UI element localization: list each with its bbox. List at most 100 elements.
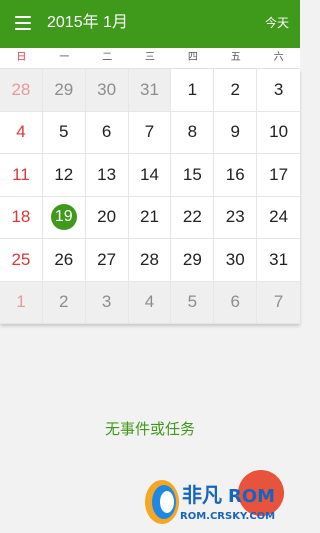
svg-text:ROM.CRSKY.COM: ROM.CRSKY.COM (180, 511, 275, 522)
day-number: 13 (97, 164, 117, 184)
day-cell[interactable]: 29 (42, 69, 86, 112)
weekday-label: 日 (16, 52, 27, 63)
svg-text:ROM: ROM (228, 486, 275, 507)
day-cell[interactable]: 30 (214, 239, 258, 282)
day-cell[interactable]: 29 (171, 239, 215, 282)
day-cell[interactable]: 9 (214, 111, 258, 154)
day-cell[interactable]: 16 (214, 154, 258, 197)
day-cell[interactable]: 1 (0, 281, 43, 324)
day-number: 9 (230, 122, 240, 142)
day-number: 6 (230, 292, 240, 312)
weekday-label: 二 (102, 52, 113, 63)
day-cell[interactable]: 2 (214, 69, 258, 112)
day-number: 2 (59, 292, 69, 312)
day-cell[interactable]: 4 (128, 281, 172, 324)
day-cell[interactable]: 12 (42, 154, 86, 197)
month-grid: 28 29 30 31 1 2 3 4 5 6 7 8 9 10 11 12 13 14 15 16 17 18 19 20 2… (0, 69, 300, 324)
weekday-label: 六 (273, 52, 284, 63)
weekday-label: 五 (230, 52, 241, 63)
day-number: 30 (225, 249, 245, 269)
day-number: 5 (187, 292, 198, 312)
day-number: 14 (140, 164, 159, 184)
day-cell[interactable]: 7 (128, 111, 172, 154)
day-number: 27 (97, 249, 117, 269)
weekday-label: 三 (145, 52, 155, 63)
day-number: 26 (54, 249, 74, 269)
weekday-label: 四 (187, 52, 198, 63)
day-number: 25 (11, 249, 31, 269)
day-cell[interactable]: 28 (128, 239, 172, 282)
day-cell[interactable]: 21 (128, 196, 172, 239)
day-number: 4 (144, 292, 155, 312)
month-title[interactable]: 2015年 1月 (47, 13, 128, 33)
day-cell[interactable]: 11 (0, 154, 43, 197)
day-cell[interactable]: 27 (85, 239, 129, 282)
day-number: 11 (12, 164, 30, 184)
day-number: 7 (144, 122, 155, 142)
day-number: 21 (140, 207, 159, 227)
menu-icon[interactable] (15, 16, 31, 30)
day-cell[interactable]: 5 (42, 111, 86, 154)
day-number: 8 (187, 122, 198, 142)
day-number: 29 (54, 79, 74, 99)
day-number: 7 (273, 292, 284, 312)
day-number: 3 (273, 79, 284, 99)
day-cell[interactable]: 3 (257, 69, 300, 112)
day-number: 10 (269, 122, 289, 142)
day-cell[interactable]: 7 (257, 281, 300, 324)
day-number: 12 (54, 164, 74, 184)
day-cell[interactable]: 31 (257, 239, 300, 282)
day-number: 3 (101, 292, 112, 312)
day-number: 17 (269, 164, 289, 184)
day-cell[interactable]: 20 (85, 196, 129, 239)
app-toolbar: 2015年 1月 今天 (0, 0, 300, 48)
day-number: 28 (140, 249, 159, 269)
day-number: 23 (225, 207, 245, 227)
day-number: 31 (140, 79, 159, 99)
empty-events-message: 无事件或任务 (104, 421, 195, 438)
day-cell[interactable]: 22 (171, 196, 215, 239)
svg-text:非凡: 非凡 (182, 483, 222, 507)
day-cell[interactable]: 13 (85, 154, 129, 197)
day-cell[interactable]: 1 (171, 69, 215, 112)
day-number: 29 (182, 249, 202, 269)
day-cell[interactable]: 28 (0, 69, 43, 112)
day-cell[interactable]: 2 (42, 281, 86, 324)
day-number: 22 (182, 207, 202, 227)
day-number: 19 (50, 204, 77, 231)
day-number: 28 (11, 79, 31, 99)
day-cell[interactable]: 17 (257, 154, 300, 197)
weekday-header: 日 一 二 三 四 五 六 (0, 48, 300, 69)
day-cell[interactable]: 30 (85, 69, 129, 112)
day-cell-today[interactable]: 19 (42, 196, 86, 239)
day-number: 18 (11, 207, 31, 227)
day-cell[interactable]: 24 (257, 196, 300, 239)
day-cell[interactable]: 15 (171, 154, 215, 197)
day-number: 24 (269, 207, 289, 227)
day-cell[interactable]: 23 (214, 196, 258, 239)
day-number: 16 (225, 164, 245, 184)
day-number: 30 (97, 79, 117, 99)
day-number: 1 (187, 79, 198, 99)
day-cell[interactable]: 31 (128, 69, 172, 112)
today-button[interactable]: 今天 (265, 15, 289, 31)
day-cell[interactable]: 6 (85, 111, 129, 154)
day-cell[interactable]: 4 (0, 111, 43, 154)
day-cell[interactable]: 10 (257, 111, 300, 154)
day-cell[interactable]: 5 (171, 281, 215, 324)
day-cell[interactable]: 14 (128, 154, 172, 197)
day-cell[interactable]: 25 (0, 239, 43, 282)
day-number: 20 (97, 207, 117, 227)
day-cell[interactable]: 18 (0, 196, 43, 239)
day-cell[interactable]: 3 (85, 281, 129, 324)
watermark-logo: 非凡 ROM ROM.CRSKY.COM (145, 480, 275, 524)
day-number: 5 (59, 122, 69, 142)
day-cell[interactable]: 6 (214, 281, 258, 324)
weekday-label: 一 (59, 52, 70, 63)
day-number: 1 (16, 292, 26, 312)
day-cell[interactable]: 26 (42, 239, 86, 282)
day-number: 4 (16, 122, 26, 142)
day-number: 6 (101, 122, 112, 142)
day-cell[interactable]: 8 (171, 111, 215, 154)
day-number: 2 (230, 79, 240, 99)
